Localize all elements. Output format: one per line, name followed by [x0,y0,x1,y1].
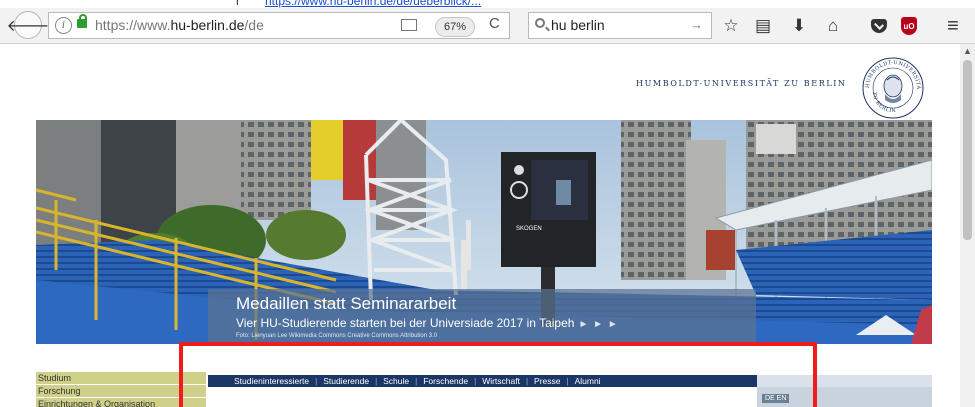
pocket-icon[interactable] [868,15,890,37]
highlight-annotation-box [179,342,817,407]
reload-icon[interactable]: C [489,15,500,32]
go-arrow-icon[interactable]: → [690,17,703,32]
info-icon[interactable]: i [55,17,72,34]
search-bar[interactable]: → [528,12,712,39]
bookmark-star-icon[interactable]: ☆ [720,15,742,37]
svg-text:SKOGEN: SKOGEN [516,226,542,232]
vertical-scrollbar[interactable]: ▲ [960,44,975,407]
cutoff-link[interactable]: https://www.hu-berlin.de/de/ueberblick/.… [265,0,481,8]
cutoff-text: r [236,0,240,8]
browser-toolbar: 🡐 i https://www.hu-berlin.de/de 67% C → … [0,8,975,44]
university-seal-logo[interactable]: HUMBOLDT-UNIVERSITÄT ZU BERLIN [861,56,925,120]
zoom-level-button[interactable]: 67% [435,17,476,37]
hamburger-menu-icon[interactable]: ≡ [942,15,964,37]
back-button[interactable]: 🡐 [7,11,49,39]
home-icon[interactable]: ⌂ [822,15,844,37]
page-viewport: HUMBOLDT-UNIVERSITÄT ZU BERLIN HUMBOLDT-… [0,44,960,407]
university-wordmark[interactable]: HUMBOLDT-UNIVERSITÄT ZU BERLIN [636,79,847,88]
triple-arrow-icon: ► ► ► [578,319,619,330]
scrollbar-thumb[interactable] [963,60,972,240]
top-cutoff-strip: r https://www.hu-berlin.de/de/ueberblick… [0,0,975,8]
lock-icon[interactable] [77,14,87,28]
hero-subline[interactable]: Vier HU-Studierende starten bei der Univ… [236,316,619,330]
library-icon[interactable]: ▤ [752,15,774,37]
reader-view-icon[interactable] [401,19,417,31]
search-icon [535,18,545,28]
address-bar[interactable]: i https://www.hu-berlin.de/de 67% C [48,12,510,39]
ublock-icon[interactable]: uO [898,15,920,37]
url-text[interactable]: https://www.hu-berlin.de/de [95,17,264,33]
hero-headline[interactable]: Medaillen statt Seminararbeit [236,294,456,314]
back-arrow-icon: 🡐 [6,17,50,35]
hero-caption[interactable]: Medaillen statt Seminararbeit Vier HU-St… [208,289,756,345]
scroll-up-icon[interactable]: ▲ [963,46,972,56]
download-icon[interactable]: ⬇ [788,15,810,37]
search-input[interactable] [551,16,681,34]
photo-credit: Foto: Lienyuan Lee Wikimedia Commons Cre… [236,333,438,339]
